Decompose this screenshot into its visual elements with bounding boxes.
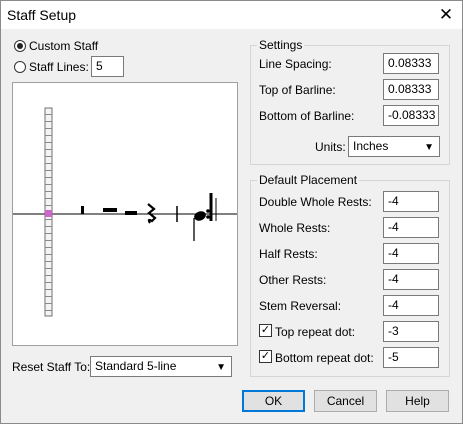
stem-reversal-input[interactable]: -4	[383, 295, 439, 316]
chevron-down-icon: ▼	[216, 362, 226, 373]
staff-lines-label: Staff Lines:	[29, 60, 89, 74]
chevron-down-icon: ▼	[424, 142, 434, 153]
whole-rests-input[interactable]: -4	[383, 217, 439, 238]
units-label: Units:	[315, 140, 346, 154]
bottom-repeat-dot-input[interactable]: -5	[383, 347, 439, 368]
stem-reversal-label: Stem Reversal:	[259, 299, 342, 313]
top-barline-input[interactable]: 0.08333	[383, 79, 439, 100]
bottom-barline-label: Bottom of Barline:	[259, 109, 355, 123]
dialog-title: Staff Setup	[7, 7, 77, 23]
staff-preview	[12, 82, 238, 346]
top-repeat-dot-input[interactable]: -3	[383, 321, 439, 342]
double-whole-rests-label: Double Whole Rests:	[259, 195, 372, 209]
line-spacing-input[interactable]: 0.08333	[383, 53, 439, 74]
reset-staff-label: Reset Staff To:	[12, 360, 91, 374]
close-icon[interactable]: ✕	[434, 4, 458, 26]
top-repeat-dot-label: Top repeat dot:	[275, 325, 356, 339]
other-rests-input[interactable]: -4	[383, 269, 439, 290]
position-ruler[interactable]	[44, 107, 53, 317]
staff-lines-input[interactable]: 5	[91, 56, 124, 77]
units-select[interactable]: Inches ▼	[348, 136, 440, 157]
staff-preview-canvas	[13, 107, 237, 317]
settings-title: Settings	[257, 38, 305, 52]
half-rests-input[interactable]: -4	[383, 243, 439, 264]
line-spacing-label: Line Spacing:	[259, 57, 332, 71]
bottom-repeat-dot-checkbox[interactable]: ✓	[259, 350, 272, 363]
cancel-button[interactable]: Cancel	[314, 390, 377, 412]
top-repeat-dot-checkbox[interactable]: ✓	[259, 324, 272, 337]
custom-staff-radio[interactable]	[14, 40, 26, 52]
bottom-repeat-dot-label: Bottom repeat dot:	[275, 351, 374, 365]
double-whole-rests-input[interactable]: -4	[383, 191, 439, 212]
title-bar: Staff Setup ✕	[1, 1, 462, 29]
staff-setup-dialog: Staff Setup ✕ Custom Staff Staff Lines: …	[0, 0, 463, 424]
top-barline-label: Top of Barline:	[259, 83, 336, 97]
default-placement-title: Default Placement	[257, 173, 360, 187]
note-with-barlines	[176, 193, 217, 241]
checkmark-icon: ✓	[260, 350, 271, 362]
help-button[interactable]: Help	[386, 390, 449, 412]
half-rests-label: Half Rests:	[259, 247, 318, 261]
checkmark-icon: ✓	[260, 324, 271, 336]
reset-staff-select[interactable]: Standard 5-line ▼	[90, 356, 232, 377]
units-value: Inches	[353, 139, 389, 153]
other-rests-label: Other Rests:	[259, 273, 327, 287]
reset-staff-value: Standard 5-line	[95, 359, 177, 373]
custom-staff-label: Custom Staff	[29, 39, 99, 53]
ok-button[interactable]: OK	[242, 390, 305, 412]
bottom-barline-input[interactable]: -0.08333	[383, 105, 439, 126]
staff-lines-radio[interactable]	[14, 61, 26, 73]
whole-rests-label: Whole Rests:	[259, 221, 331, 235]
